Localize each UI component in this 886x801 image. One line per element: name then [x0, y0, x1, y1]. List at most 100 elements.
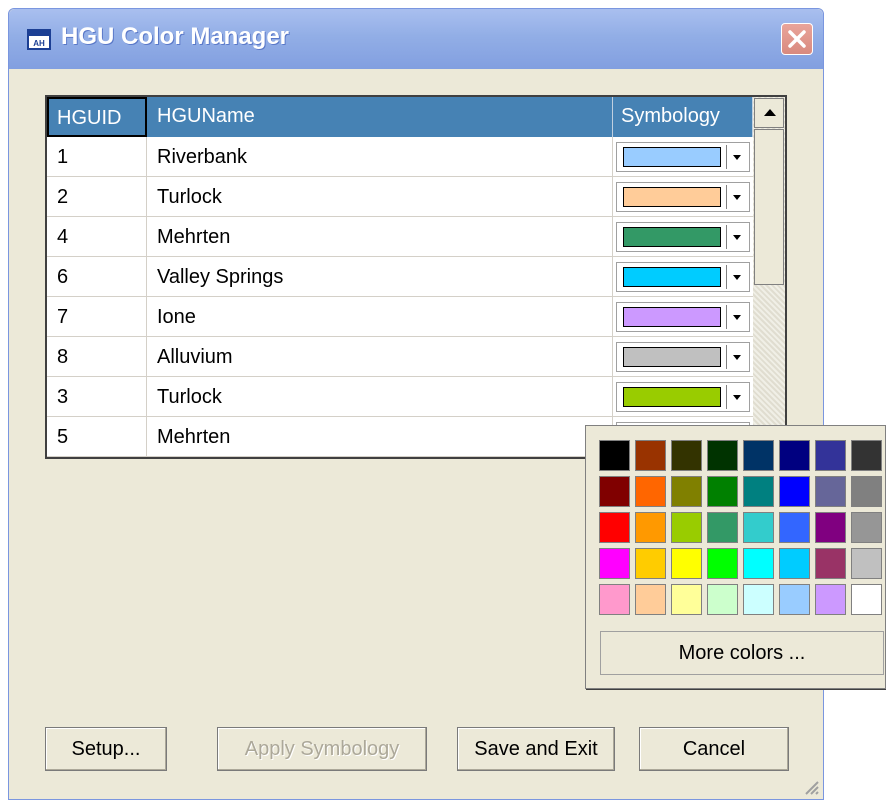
symbology-cell[interactable] [613, 177, 753, 216]
palette-color-swatch[interactable] [815, 476, 846, 507]
hguname-cell[interactable]: Turlock [147, 177, 613, 216]
palette-color-swatch[interactable] [671, 476, 702, 507]
hguname-cell[interactable]: Ione [147, 297, 613, 336]
palette-color-swatch[interactable] [635, 440, 666, 471]
palette-color-swatch[interactable] [815, 512, 846, 543]
symbology-cell[interactable] [613, 137, 753, 176]
table-row[interactable]: 2 Turlock [47, 177, 753, 217]
column-header-hguid[interactable]: HGUID [47, 97, 147, 137]
palette-color-swatch[interactable] [851, 548, 882, 579]
palette-color-swatch[interactable] [743, 476, 774, 507]
vertical-scrollbar[interactable] [753, 97, 785, 457]
apply-symbology-button[interactable]: Apply Symbology [217, 727, 427, 771]
table-row[interactable]: 4 Mehrten [47, 217, 753, 257]
color-dropdown[interactable] [616, 222, 750, 252]
scroll-up-button[interactable] [754, 98, 784, 128]
palette-color-swatch[interactable] [599, 548, 630, 579]
palette-color-swatch[interactable] [743, 512, 774, 543]
title-bar[interactable]: AH HGU Color Manager [9, 9, 823, 69]
palette-color-swatch[interactable] [635, 548, 666, 579]
hguname-cell[interactable]: Mehrten [147, 217, 613, 256]
symbology-cell[interactable] [613, 337, 753, 376]
palette-color-swatch[interactable] [851, 584, 882, 615]
chevron-down-icon[interactable] [726, 385, 747, 409]
color-dropdown[interactable] [616, 142, 750, 172]
hguid-cell[interactable]: 5 [47, 417, 147, 456]
palette-color-swatch[interactable] [707, 584, 738, 615]
color-dropdown[interactable] [616, 382, 750, 412]
chevron-down-icon[interactable] [726, 345, 747, 369]
symbology-cell[interactable] [613, 217, 753, 256]
hgu-grid[interactable]: HGUID HGUName Symbology 1 Riverbank 2 Turlo… [45, 95, 787, 459]
hguid-cell[interactable]: 3 [47, 377, 147, 416]
palette-color-swatch[interactable] [671, 548, 702, 579]
color-dropdown[interactable] [616, 182, 750, 212]
table-row[interactable]: 6 Valley Springs [47, 257, 753, 297]
hguid-cell[interactable]: 7 [47, 297, 147, 336]
hguid-cell[interactable]: 2 [47, 177, 147, 216]
resize-grip-icon[interactable] [801, 777, 819, 795]
palette-color-swatch[interactable] [599, 512, 630, 543]
palette-color-swatch[interactable] [779, 440, 810, 471]
save-and-exit-button[interactable]: Save and Exit [457, 727, 615, 771]
palette-color-swatch[interactable] [707, 440, 738, 471]
column-header-symbology[interactable]: Symbology [613, 97, 753, 137]
more-colors-button[interactable]: More colors ... [600, 631, 884, 675]
palette-color-swatch[interactable] [743, 440, 774, 471]
palette-color-swatch[interactable] [707, 512, 738, 543]
palette-color-swatch[interactable] [707, 548, 738, 579]
palette-color-swatch[interactable] [815, 440, 846, 471]
palette-color-swatch[interactable] [599, 584, 630, 615]
palette-color-swatch[interactable] [779, 512, 810, 543]
palette-color-swatch[interactable] [815, 548, 846, 579]
hguid-cell[interactable]: 8 [47, 337, 147, 376]
scroll-thumb[interactable] [754, 129, 784, 285]
palette-color-swatch[interactable] [671, 440, 702, 471]
palette-color-swatch[interactable] [743, 584, 774, 615]
palette-color-swatch[interactable] [779, 548, 810, 579]
palette-color-swatch[interactable] [779, 584, 810, 615]
palette-color-swatch[interactable] [599, 476, 630, 507]
palette-color-swatch[interactable] [743, 548, 774, 579]
table-row[interactable]: 3 Turlock [47, 377, 753, 417]
cancel-button[interactable]: Cancel [639, 727, 789, 771]
hguid-cell[interactable]: 4 [47, 217, 147, 256]
palette-color-swatch[interactable] [635, 584, 666, 615]
color-dropdown[interactable] [616, 302, 750, 332]
palette-color-swatch[interactable] [599, 440, 630, 471]
symbology-cell[interactable] [613, 297, 753, 336]
palette-color-swatch[interactable] [635, 476, 666, 507]
color-dropdown[interactable] [616, 342, 750, 372]
chevron-down-icon[interactable] [726, 305, 747, 329]
hguname-cell[interactable]: Turlock [147, 377, 613, 416]
color-dropdown[interactable] [616, 262, 750, 292]
symbology-cell[interactable] [613, 377, 753, 416]
palette-color-swatch[interactable] [851, 512, 882, 543]
table-row[interactable]: 8 Alluvium [47, 337, 753, 377]
palette-color-swatch[interactable] [851, 476, 882, 507]
chevron-down-icon[interactable] [726, 145, 747, 169]
table-row[interactable]: 7 Ione [47, 297, 753, 337]
palette-color-swatch[interactable] [671, 584, 702, 615]
chevron-down-icon[interactable] [726, 265, 747, 289]
hguname-cell[interactable]: Alluvium [147, 337, 613, 376]
setup-button[interactable]: Setup... [45, 727, 167, 771]
palette-color-swatch[interactable] [815, 584, 846, 615]
chevron-down-icon[interactable] [726, 225, 747, 249]
hguname-cell[interactable]: Riverbank [147, 137, 613, 176]
palette-color-swatch[interactable] [635, 512, 666, 543]
close-button[interactable] [781, 23, 813, 55]
hguid-cell[interactable]: 1 [47, 137, 147, 176]
chevron-down-icon[interactable] [726, 185, 747, 209]
palette-color-swatch[interactable] [851, 440, 882, 471]
hguname-cell[interactable]: Mehrten [147, 417, 613, 456]
symbology-cell[interactable] [613, 257, 753, 296]
hguname-cell[interactable]: Valley Springs [147, 257, 613, 296]
palette-color-swatch[interactable] [779, 476, 810, 507]
palette-color-swatch[interactable] [671, 512, 702, 543]
table-row[interactable]: 1 Riverbank [47, 137, 753, 177]
hguid-cell[interactable]: 6 [47, 257, 147, 296]
color-swatch [623, 347, 721, 367]
palette-color-swatch[interactable] [707, 476, 738, 507]
column-header-hguname[interactable]: HGUName [147, 97, 613, 137]
